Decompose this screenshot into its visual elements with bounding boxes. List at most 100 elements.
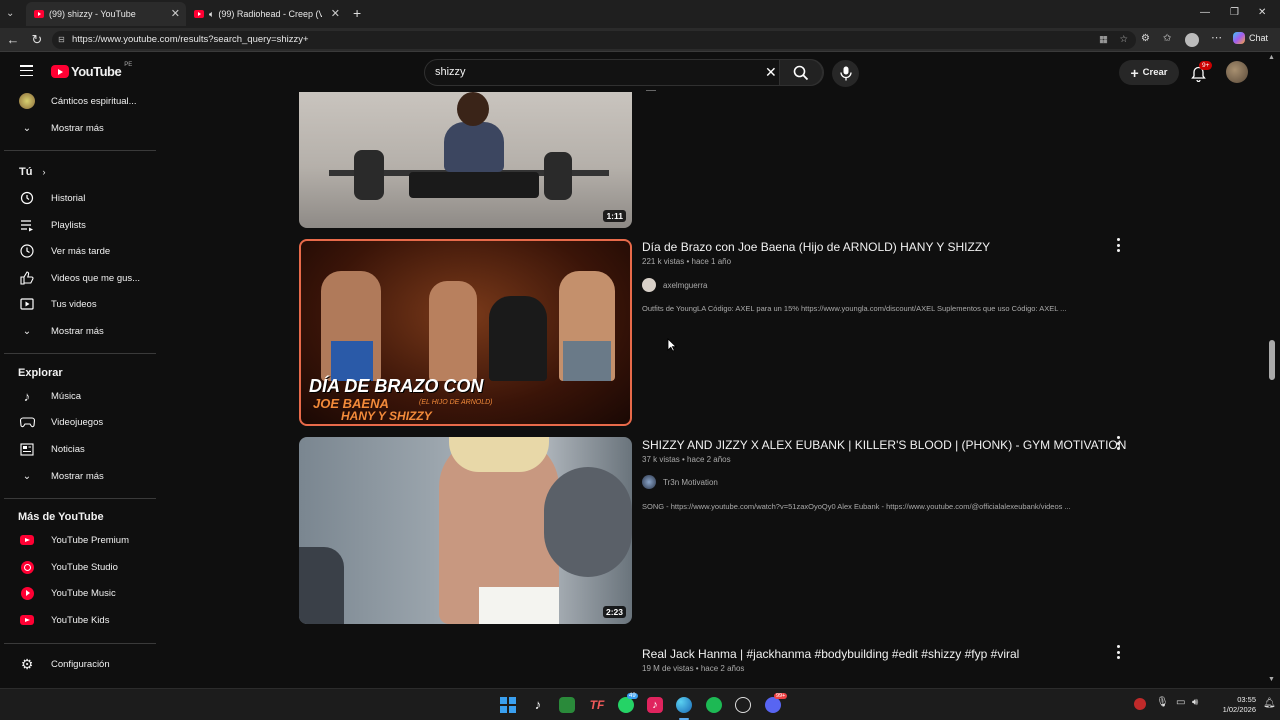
account-avatar[interactable] bbox=[1226, 61, 1248, 83]
sidebar-item-news[interactable]: Noticias bbox=[4, 437, 154, 461]
gamepad-icon bbox=[19, 414, 35, 430]
discord-icon[interactable]: 99+ bbox=[765, 693, 788, 713]
show-more-label: Mostrar más bbox=[51, 122, 104, 134]
video-thumbnail[interactable]: DÍA DE BRAZO CON JOE BAENA (EL HIJO DE A… bbox=[299, 239, 632, 426]
clock-app-icon[interactable] bbox=[735, 697, 751, 713]
url-field[interactable]: ⊟ https://www.youtube.com/results?search… bbox=[52, 31, 1136, 49]
tiktok-icon[interactable]: ♪ bbox=[530, 697, 546, 713]
microphone-icon bbox=[840, 66, 852, 81]
tiktok-red-icon[interactable]: ♪ bbox=[647, 697, 663, 713]
subscriptions-show-more[interactable]: ⌄ Mostrar más bbox=[4, 116, 154, 140]
sidebar-item-gaming[interactable]: Videojuegos bbox=[4, 410, 154, 434]
favorites-icon[interactable]: ✩ bbox=[1163, 33, 1171, 44]
notifications-button[interactable]: 9+ bbox=[1190, 61, 1213, 82]
search-input[interactable]: shizzy ✕ bbox=[424, 59, 824, 86]
spotify-icon[interactable] bbox=[706, 697, 722, 713]
back-icon[interactable]: ← bbox=[5, 32, 21, 48]
notifications-badge: 9+ bbox=[1199, 61, 1213, 70]
video-title[interactable]: SHIZZY AND JIZZY X ALEX EUBANK | KILLER'… bbox=[642, 438, 1126, 452]
network-icon[interactable]: ▭ bbox=[1176, 697, 1185, 708]
sidebar-item-youtube-studio[interactable]: YouTube Studio bbox=[4, 555, 154, 579]
profile-avatar-icon[interactable] bbox=[1185, 33, 1199, 47]
sidebar-item-show-more[interactable]: ⌄ Mostrar más bbox=[4, 464, 154, 488]
sidebar-item-history[interactable]: Historial bbox=[4, 186, 154, 210]
scroll-up-icon[interactable]: ▲ bbox=[1268, 54, 1275, 61]
video-title[interactable]: Real Jack Hanma | #jackhanma #bodybuildi… bbox=[642, 647, 1019, 661]
favorite-star-icon[interactable]: ☆ bbox=[1119, 31, 1128, 49]
thumbnail-text-line: DÍA DE BRAZO CON bbox=[309, 376, 484, 396]
volume-icon[interactable]: 🔊︎ bbox=[1192, 697, 1198, 708]
sidebar-item-liked-videos[interactable]: Videos que me gus... bbox=[4, 266, 154, 290]
sidebar-item-watch-later[interactable]: Ver más tarde bbox=[4, 239, 154, 263]
copilot-chat-button[interactable]: Chat bbox=[1233, 32, 1268, 44]
clock-icon bbox=[19, 243, 35, 259]
more-actions-icon[interactable] bbox=[1114, 436, 1122, 450]
more-actions-icon[interactable] bbox=[1114, 645, 1122, 659]
tab-active[interactable]: (99) shizzy - YouTube ✕ bbox=[26, 2, 186, 26]
menu-icon[interactable] bbox=[20, 65, 33, 76]
sidebar-item-your-videos[interactable]: Tus videos bbox=[4, 292, 154, 316]
history-icon bbox=[19, 190, 35, 206]
minimize-icon[interactable]: — bbox=[1200, 7, 1210, 18]
sidebar-item-playlists[interactable]: Playlists bbox=[4, 213, 154, 237]
thumbnail-plate bbox=[354, 150, 384, 200]
new-tab-icon[interactable]: + bbox=[353, 5, 361, 21]
url-text: https://www.youtube.com/results?search_q… bbox=[72, 34, 309, 45]
system-clock[interactable]: 03:55 1/02/2026 bbox=[1208, 695, 1256, 715]
sidebar-item-youtube-music[interactable]: YouTube Music bbox=[4, 581, 154, 605]
youtube-logo[interactable]: YouTube PE bbox=[51, 61, 133, 79]
sidebar-item-label: Tus videos bbox=[51, 298, 97, 310]
xbox-icon[interactable] bbox=[559, 697, 575, 713]
region-code: PE bbox=[124, 61, 133, 68]
sidebar-item-youtube-premium[interactable]: YouTube Premium bbox=[4, 528, 154, 552]
video-thumbnail[interactable]: 1:11 bbox=[299, 92, 632, 228]
more-actions-icon[interactable] bbox=[1114, 238, 1122, 252]
sidebar-item-show-more[interactable]: ⌄ Mostrar más bbox=[4, 319, 154, 343]
more-menu-icon[interactable]: ⋯ bbox=[1211, 31, 1222, 44]
subscription-channel[interactable]: Cánticos espiritual... bbox=[4, 89, 154, 113]
tray-app-icon[interactable] bbox=[1134, 698, 1146, 710]
create-button[interactable]: + Crear bbox=[1119, 60, 1179, 85]
site-info-icon[interactable]: ⊟ bbox=[58, 31, 65, 49]
channel-link[interactable]: Tr3n Motivation bbox=[642, 474, 718, 490]
tab-inactive[interactable]: 🔈︎ (99) Radiohead - Creep (Video ✕ bbox=[186, 2, 346, 26]
scroll-down-icon[interactable]: ▼ bbox=[1268, 676, 1275, 683]
channel-link[interactable]: axelmguerra bbox=[642, 277, 707, 293]
sidebar-item-youtube-kids[interactable]: YouTube Kids bbox=[4, 608, 154, 632]
sidebar-item-settings[interactable]: ⚙ Configuración bbox=[4, 652, 154, 676]
windows-start-icon[interactable] bbox=[500, 697, 516, 713]
youtube-play-icon bbox=[51, 65, 69, 78]
divider bbox=[4, 150, 156, 151]
clock-date: 1/02/2026 bbox=[1222, 705, 1256, 714]
you-section-header[interactable]: Tú › bbox=[4, 160, 154, 184]
speaker-icon[interactable]: 🔈︎ bbox=[209, 9, 214, 20]
extensions-icon[interactable]: ⚙ bbox=[1141, 33, 1150, 44]
notification-center-icon[interactable]: 🔔︎ bbox=[1263, 698, 1276, 709]
restore-icon[interactable]: ❐ bbox=[1230, 7, 1239, 18]
reload-icon[interactable]: ↻ bbox=[29, 32, 45, 48]
close-window-icon[interactable]: ✕ bbox=[1258, 7, 1266, 18]
music-icon: ♪ bbox=[23, 388, 31, 404]
playlists-icon bbox=[19, 217, 35, 233]
whatsapp-icon[interactable]: 49 bbox=[618, 693, 638, 713]
video-title[interactable]: Día de Brazo con Joe Baena (Hijo de ARNO… bbox=[642, 240, 990, 254]
voice-search-button[interactable] bbox=[832, 60, 859, 87]
close-tab-icon[interactable]: ✕ bbox=[331, 7, 340, 20]
microphone-tray-icon[interactable]: 🎙︎ bbox=[1156, 697, 1169, 708]
app-icon[interactable]: ▦ bbox=[1099, 31, 1108, 49]
edge-browser-icon[interactable] bbox=[676, 697, 692, 713]
close-tab-icon[interactable]: ✕ bbox=[171, 7, 180, 20]
thumbnail-tank-top bbox=[479, 587, 559, 624]
tab-list-chevron-icon[interactable]: ⌄ bbox=[6, 8, 14, 19]
plus-icon: + bbox=[1130, 64, 1139, 81]
clear-search-icon[interactable]: ✕ bbox=[765, 64, 777, 81]
chevron-down-icon: ⌄ bbox=[22, 470, 32, 482]
chevron-right-icon: › bbox=[42, 167, 46, 177]
search-button[interactable] bbox=[779, 59, 823, 86]
youtube-studio-icon bbox=[19, 559, 35, 575]
sidebar-item-music[interactable]: ♪ Música bbox=[4, 384, 154, 408]
tf-app-icon[interactable]: TF bbox=[589, 697, 605, 713]
scrollbar-thumb[interactable] bbox=[1269, 340, 1275, 380]
video-thumbnail[interactable]: 2:23 bbox=[299, 437, 632, 624]
sidebar-item-label: Mostrar más bbox=[51, 470, 104, 482]
